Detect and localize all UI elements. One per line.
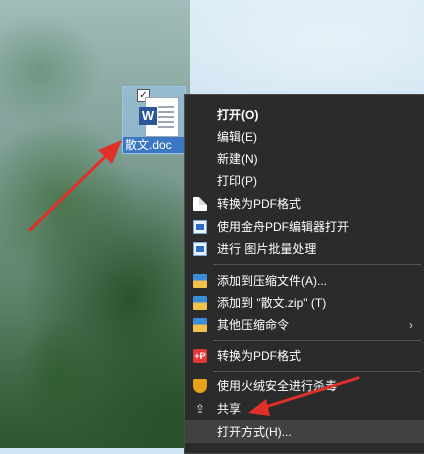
menu-item-label: 使用金舟PDF编辑器打开 — [217, 220, 350, 234]
menu-item-label: 添加到压缩文件(A)... — [217, 274, 327, 288]
menu-item-convert-pdf-2[interactable]: +P 转换为PDF格式 — [185, 344, 424, 367]
menu-item-add-archive[interactable]: 添加到压缩文件(A)... — [185, 269, 424, 292]
archive-icon — [193, 317, 207, 332]
menu-item-share[interactable]: ⇪ 共享 — [185, 397, 424, 420]
menu-item-label: 进行 图片批量处理 — [217, 242, 317, 256]
menu-item-label: 使用火绒安全进行杀毒 — [217, 379, 338, 393]
menu-item-label: 共享 — [217, 402, 242, 416]
image-batch-icon — [193, 241, 207, 256]
share-icon: ⇪ — [194, 401, 206, 416]
menu-item-label: 编辑(E) — [217, 130, 257, 144]
context-menu: 打开(O) 编辑(E) 新建(N) 打印(P) 转换为PDF格式 使用金舟PDF… — [184, 94, 424, 454]
menu-separator — [213, 264, 421, 265]
red-p-icon: +P — [193, 348, 207, 363]
menu-item-huorong-scan[interactable]: 使用火绒安全进行杀毒 — [185, 374, 424, 397]
menu-separator — [213, 371, 421, 372]
menu-item-print[interactable]: 打印(P) — [185, 169, 424, 192]
app-window-icon — [193, 219, 207, 234]
menu-item-other-compress[interactable]: 其他压缩命令 › — [185, 313, 424, 336]
menu-item-label: 打开(O) — [217, 108, 259, 122]
submenu-arrow-icon: › — [409, 317, 413, 332]
menu-item-new[interactable]: 新建(N) — [185, 147, 424, 170]
menu-item-label: 转换为PDF格式 — [217, 349, 302, 363]
archive-icon — [193, 273, 207, 288]
pdf-page-icon — [193, 196, 207, 211]
menu-separator — [213, 340, 421, 341]
file-name-label[interactable]: 散文.doc — [123, 137, 185, 153]
menu-item-add-zip[interactable]: 添加到 "散文.zip" (T) — [185, 291, 424, 314]
menu-item-open[interactable]: 打开(O) — [185, 103, 424, 126]
menu-item-label: 新建(N) — [217, 152, 258, 166]
menu-item-label: 其他压缩命令 — [217, 318, 290, 332]
menu-item-batch-image[interactable]: 进行 图片批量处理 — [185, 237, 424, 260]
word-icon: W — [139, 107, 157, 125]
menu-item-label: 打印(P) — [217, 174, 257, 188]
menu-item-edit[interactable]: 编辑(E) — [185, 125, 424, 148]
archive-icon — [193, 295, 207, 310]
menu-item-open-with-jinzhou[interactable]: 使用金舟PDF编辑器打开 — [185, 215, 424, 238]
menu-item-open-with[interactable]: 打开方式(H)... — [185, 420, 424, 443]
shield-icon — [193, 378, 207, 393]
selected-file-icon[interactable]: ✓ W 散文.doc — [122, 86, 186, 154]
menu-item-label: 转换为PDF格式 — [217, 197, 302, 211]
menu-item-convert-pdf[interactable]: 转换为PDF格式 — [185, 192, 424, 215]
menu-item-label: 添加到 "散文.zip" (T) — [217, 296, 327, 310]
menu-item-label: 打开方式(H)... — [217, 425, 292, 439]
